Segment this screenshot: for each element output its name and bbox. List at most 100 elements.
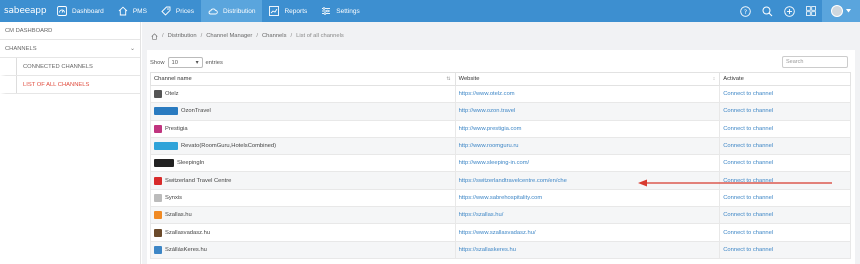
- channel-name-cell: Szallasvadasz.hu: [150, 223, 456, 242]
- brand-logo[interactable]: sabeeapp: [0, 6, 50, 16]
- nav-distribution[interactable]: Distribution: [200, 0, 263, 22]
- website-link[interactable]: https://www.otelz.com: [459, 91, 515, 97]
- page-size-value: 10: [171, 59, 178, 66]
- nav-reports[interactable]: Reports: [262, 0, 314, 22]
- sidebar-item-label: CONNECTED CHANNELS: [23, 63, 93, 70]
- connect-to-channel-link[interactable]: Connect to channel: [723, 91, 773, 97]
- nav-settings[interactable]: Settings: [314, 0, 367, 22]
- channel-logo: [154, 228, 162, 237]
- channel-logo: [154, 245, 162, 254]
- nav-label: PMS: [132, 7, 147, 15]
- activate-cell: Connect to channel: [719, 188, 851, 208]
- nav-dashboard[interactable]: Dashboard: [50, 0, 111, 22]
- sidebar-item-connected-channels[interactable]: CONNECTED CHANNELS: [0, 58, 140, 76]
- activate-cell: Connect to channel: [719, 119, 851, 138]
- website-cell: https://www.otelz.com: [454, 84, 721, 104]
- connect-to-channel-link[interactable]: Connect to channel: [723, 108, 773, 114]
- channel-logo: [154, 90, 162, 99]
- breadcrumb-separator: /: [162, 33, 164, 39]
- sidebar-item-list-all-channels[interactable]: LIST OF ALL CHANNELS: [0, 76, 140, 94]
- table-row: SzállásKeres.hu https://szallaskeres.hu Co…: [150, 240, 851, 259]
- show-label: Show: [150, 59, 165, 66]
- channel-name: Otelz: [165, 91, 179, 98]
- website-link[interactable]: https://www.szallasvadasz.hu/: [459, 230, 536, 236]
- help-icon[interactable]: ?: [734, 0, 756, 22]
- channel-name: Revato(RoomGuru,HotelsCombined): [181, 143, 277, 150]
- page-size-select[interactable]: 10 ▾: [167, 57, 203, 68]
- connect-to-channel-link[interactable]: Connect to channel: [723, 247, 773, 253]
- activate-cell: Connect to channel: [719, 154, 851, 173]
- channels-table: Channel name ⇅ Website ↕ Activate Otelz htt…: [150, 72, 851, 259]
- breadcrumb-separator: /: [200, 33, 203, 39]
- website-link[interactable]: https://switzerlandtravelcentre.com/en/c…: [459, 178, 567, 184]
- avatar: [831, 5, 843, 17]
- connect-to-channel-link[interactable]: Connect to channel: [723, 160, 773, 166]
- user-menu[interactable]: [822, 0, 860, 22]
- search-input[interactable]: Search: [782, 56, 848, 68]
- nav-label: Settings: [336, 7, 360, 15]
- website-link[interactable]: http://www.ozon.travel: [459, 108, 516, 114]
- sidebar-item-label: LIST OF ALL CHANNELS: [23, 81, 90, 88]
- home-icon[interactable]: [151, 32, 158, 40]
- channel-name: Szallas.hu: [165, 212, 192, 219]
- channel-name: Prestigia: [165, 125, 188, 132]
- add-icon[interactable]: [778, 0, 800, 22]
- website-link[interactable]: http://www.prestigia.com: [459, 126, 522, 132]
- tree-line: [16, 76, 17, 93]
- breadcrumb-channels[interactable]: Channels: [262, 33, 287, 39]
- sidebar-item-cm-dashboard[interactable]: CM DASHBOARD: [0, 22, 140, 40]
- column-header-website[interactable]: Website ↕: [454, 72, 721, 86]
- website-cell: https://www.szallasvadasz.hu/: [454, 223, 721, 242]
- annotation-arrow: [638, 179, 832, 187]
- website-link[interactable]: https://szallas.hu/: [459, 212, 504, 218]
- channel-name: OzonTravel: [181, 108, 211, 115]
- connect-to-channel-link[interactable]: Connect to channel: [723, 230, 773, 236]
- table-row: SleepingIn http://www.sleeping-in.com/Con…: [150, 154, 851, 173]
- connect-to-channel-link[interactable]: Connect to channel: [723, 195, 773, 201]
- breadcrumb-separator: /: [256, 33, 258, 39]
- website-link[interactable]: https://www.sabrehospitality.com: [459, 195, 543, 201]
- sidebar-item-channels[interactable]: CHANNELS ⌄: [0, 40, 140, 58]
- sliders-icon: [322, 7, 331, 15]
- connect-to-channel-link[interactable]: Connect to channel: [723, 212, 773, 218]
- nav-prices[interactable]: Prices: [154, 0, 201, 22]
- search-icon[interactable]: [756, 0, 778, 22]
- channel-name-cell: Szallas.hu: [150, 206, 456, 225]
- sort-icon: ⇅: [446, 76, 451, 82]
- breadcrumb-separator: /: [290, 33, 293, 39]
- website-link[interactable]: http://www.sleeping-in.com/: [459, 160, 530, 166]
- website-cell: https://szallaskeres.hu: [454, 240, 721, 259]
- website-link[interactable]: https://szallaskeres.hu: [459, 247, 516, 253]
- table-row: Szallas.hu https://szallas.hu/Connect to …: [150, 206, 851, 225]
- connect-to-channel-link[interactable]: Connect to channel: [723, 143, 773, 149]
- caret-down-icon: [846, 9, 851, 13]
- channel-name-cell: Synxis: [150, 188, 456, 208]
- nav-label: Reports: [284, 7, 308, 15]
- apps-grid-icon[interactable]: [800, 0, 822, 22]
- chart-icon: [269, 6, 280, 16]
- activate-cell: Connect to channel: [719, 136, 851, 156]
- nav-label: Dashboard: [72, 7, 104, 15]
- column-header-label: Channel name: [154, 76, 192, 82]
- website-cell: http://www.prestigia.com: [454, 119, 721, 138]
- channel-name: SleepingIn: [177, 160, 205, 167]
- channel-name: Szallasvadasz.hu: [165, 229, 211, 236]
- page-size-control: Show 10 ▾ entries: [150, 57, 223, 68]
- channel-name: Synxis: [165, 194, 183, 201]
- activate-cell: Connect to channel: [719, 102, 851, 121]
- channel-logo: [154, 124, 162, 133]
- channel-name-cell: Switzerland Travel Centre: [150, 171, 456, 190]
- sidebar: CM DASHBOARD CHANNELS ⌄ CONNECTED CHANNEL…: [0, 22, 141, 264]
- channels-table-body: Otelz https://www.otelz.com Connect to cha…: [150, 84, 851, 259]
- breadcrumb-distribution[interactable]: Distribution: [168, 33, 197, 39]
- table-row: Revato(RoomGuru,HotelsCombined) http://ww…: [150, 136, 851, 156]
- table-row: Otelz https://www.otelz.com Connect to cha…: [150, 84, 851, 104]
- nav-pms[interactable]: PMS: [111, 0, 154, 22]
- chevron-down-icon: ⌄: [129, 46, 135, 52]
- connect-to-channel-link[interactable]: Connect to channel: [723, 126, 773, 132]
- website-link[interactable]: http://www.roomguru.ru: [459, 143, 519, 149]
- column-header-channel-name[interactable]: Channel name ⇅: [150, 72, 456, 86]
- tree-line: [16, 58, 17, 75]
- nav-label: Distribution: [222, 7, 256, 15]
- breadcrumb-channel-manager[interactable]: Channel Manager: [206, 33, 252, 39]
